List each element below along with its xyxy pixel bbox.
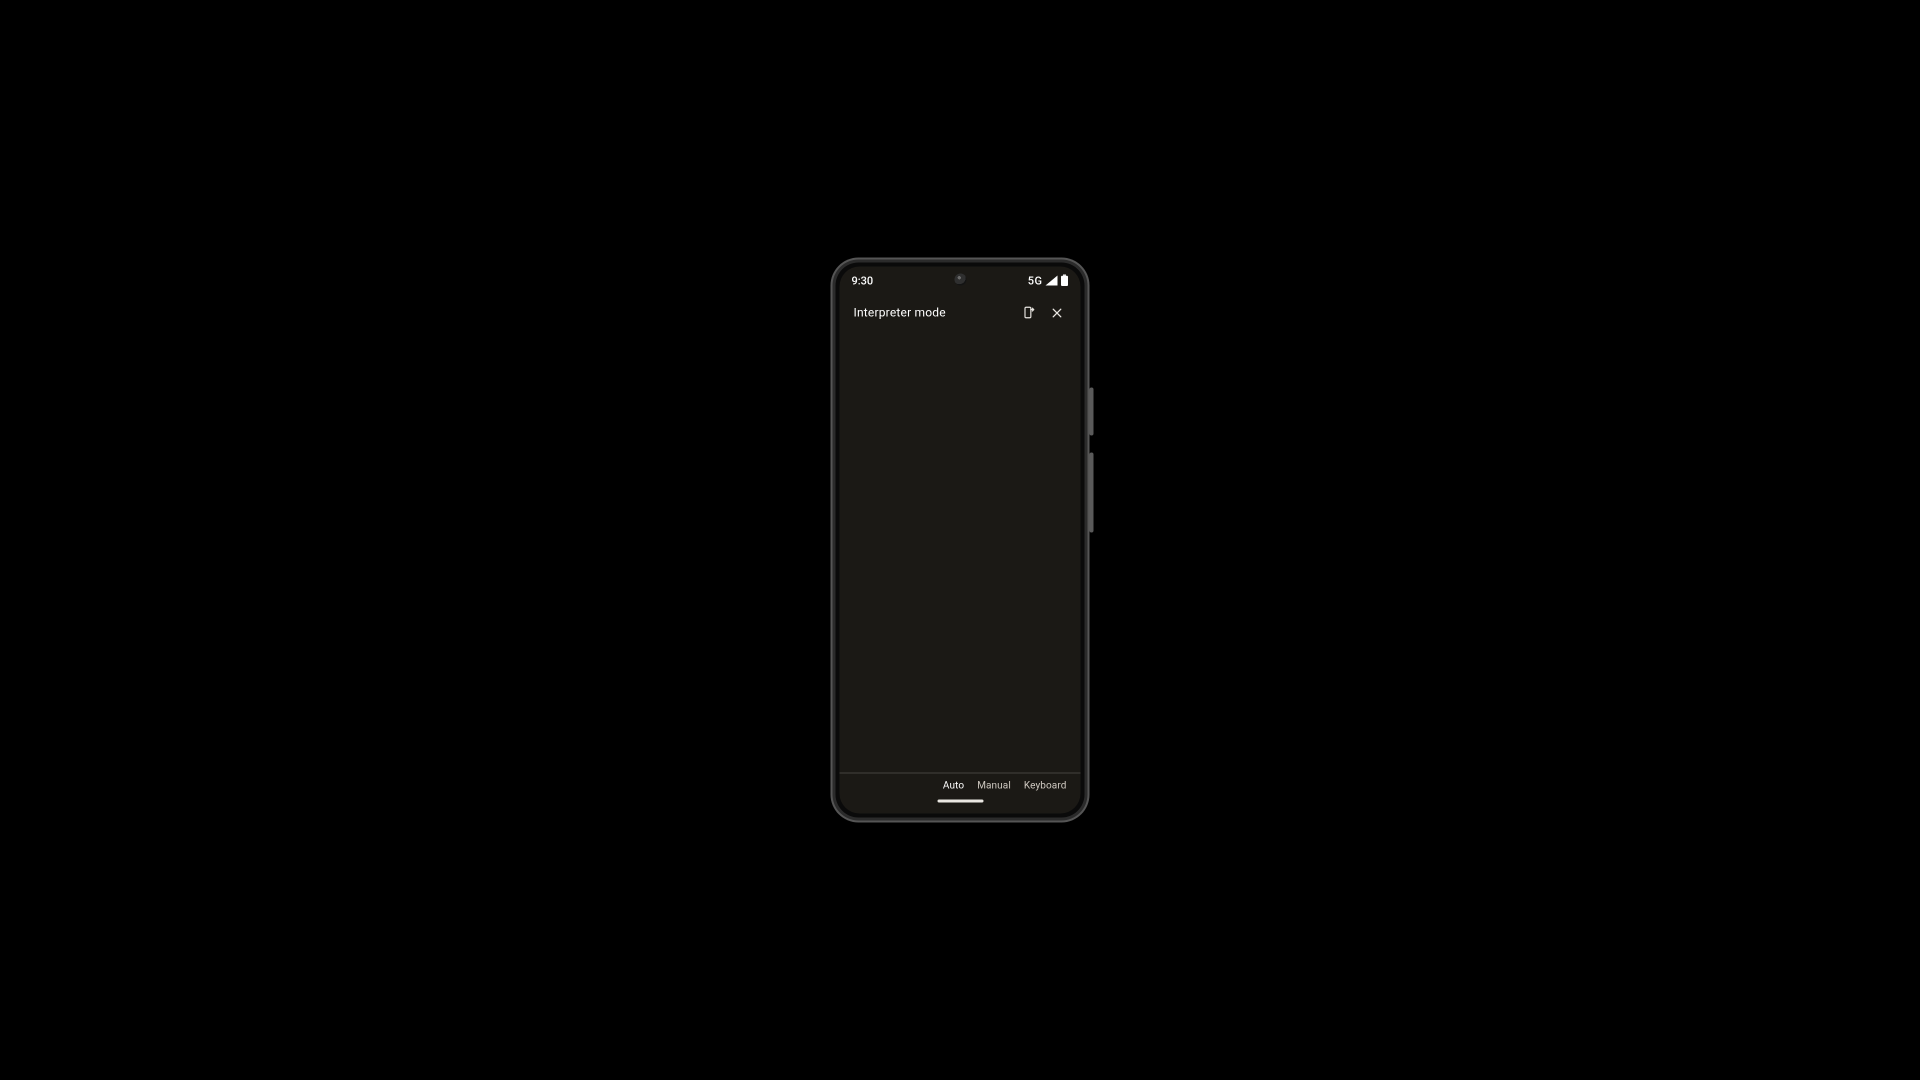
front-camera-icon bbox=[954, 274, 966, 286]
stage: 9:30 5G bbox=[0, 0, 1920, 1080]
phone-screen: 9:30 5G bbox=[840, 267, 1081, 814]
app-header: Interpreter mode bbox=[840, 295, 1081, 333]
send-to-device-button[interactable] bbox=[1015, 299, 1043, 327]
close-button[interactable] bbox=[1043, 299, 1071, 327]
page-title: Interpreter mode bbox=[854, 306, 1015, 320]
gesture-nav-pill-icon bbox=[937, 800, 983, 803]
content-area bbox=[840, 333, 1081, 773]
phone-side-button-top bbox=[1090, 388, 1094, 436]
status-time: 9:30 bbox=[852, 274, 874, 287]
phone-side-button-bottom bbox=[1090, 453, 1094, 533]
close-icon bbox=[1050, 306, 1063, 319]
phone-frame: 9:30 5G bbox=[831, 258, 1090, 823]
tab-auto[interactable]: Auto bbox=[943, 781, 964, 792]
gesture-nav-area[interactable] bbox=[840, 796, 1081, 814]
status-right: 5G bbox=[1028, 274, 1069, 287]
signal-icon bbox=[1046, 276, 1058, 286]
phone-frame-mid: 9:30 5G bbox=[833, 260, 1088, 821]
phone-frame-inner: 9:30 5G bbox=[836, 263, 1085, 818]
status-network-label: 5G bbox=[1028, 274, 1043, 287]
tab-keyboard[interactable]: Keyboard bbox=[1024, 781, 1067, 792]
send-to-device-icon bbox=[1022, 306, 1036, 320]
tab-manual[interactable]: Manual bbox=[977, 781, 1011, 792]
mode-bar: Auto Manual Keyboard bbox=[840, 774, 1081, 796]
battery-icon bbox=[1061, 275, 1069, 287]
